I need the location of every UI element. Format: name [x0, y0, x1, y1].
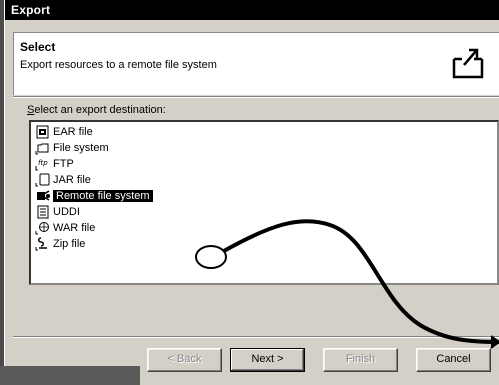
banner-description: Export resources to a remote file system [20, 59, 217, 71]
list-item-jar-file[interactable]: JAR file [35, 172, 91, 188]
remote-file-system-icon [37, 190, 50, 201]
window-title: Export [5, 0, 499, 20]
folder-icon [35, 143, 49, 155]
zip-file-icon [35, 237, 47, 251]
list-item-ftp[interactable]: ftp FTP [35, 156, 74, 172]
svg-text:ftp: ftp [38, 159, 48, 167]
wizard-banner: Select Export resources to a remote file… [13, 32, 499, 95]
cancel-button[interactable]: Cancel [416, 348, 491, 372]
cancel-button-label: Cancel [436, 353, 471, 365]
uddi-icon [37, 205, 49, 219]
ear-file-icon [36, 125, 49, 139]
destination-prompt: Select an export destination: [27, 104, 166, 116]
list-item-label: UDDI [53, 206, 80, 218]
list-item-zip-file[interactable]: Zip file [35, 236, 85, 252]
export-arrow-icon [452, 48, 484, 79]
back-button[interactable]: < Back [147, 348, 222, 372]
finish-button-label: Finish [345, 353, 376, 365]
list-item-label: Zip file [53, 238, 86, 250]
back-button-label: < Back [167, 353, 202, 365]
list-item-label: File system [53, 142, 109, 154]
list-item-label: JAR file [53, 174, 91, 186]
background-shade [0, 366, 140, 385]
next-button-label: Next > [251, 353, 284, 365]
banner-separator [13, 96, 499, 98]
list-item-ear-file[interactable]: EAR file [35, 124, 93, 140]
banner-title: Select [20, 40, 56, 54]
list-item-remote-file-system[interactable]: Remote file system [35, 188, 153, 204]
button-separator [13, 336, 499, 338]
list-item-war-file[interactable]: WAR file [35, 220, 95, 236]
list-item-label: Remote file system [53, 190, 153, 202]
next-button[interactable]: Next > [230, 348, 305, 372]
finish-button[interactable]: Finish [323, 348, 398, 372]
list-item-label: EAR file [53, 126, 93, 138]
list-item-file-system[interactable]: File system [35, 140, 109, 156]
war-file-icon [35, 222, 49, 235]
export-dialog: Export Select Export resources to a remo… [4, 0, 499, 385]
list-item-label: FTP [53, 158, 74, 170]
prompt-text: elect an export destination: [34, 104, 166, 116]
ftp-icon: ftp [35, 159, 48, 171]
list-item-label: WAR file [53, 222, 96, 234]
export-destination-list[interactable]: EAR file File system ftp FTP JAR file Re… [29, 120, 499, 285]
jar-file-icon [35, 173, 50, 187]
list-item-uddi[interactable]: UDDI [35, 204, 80, 220]
